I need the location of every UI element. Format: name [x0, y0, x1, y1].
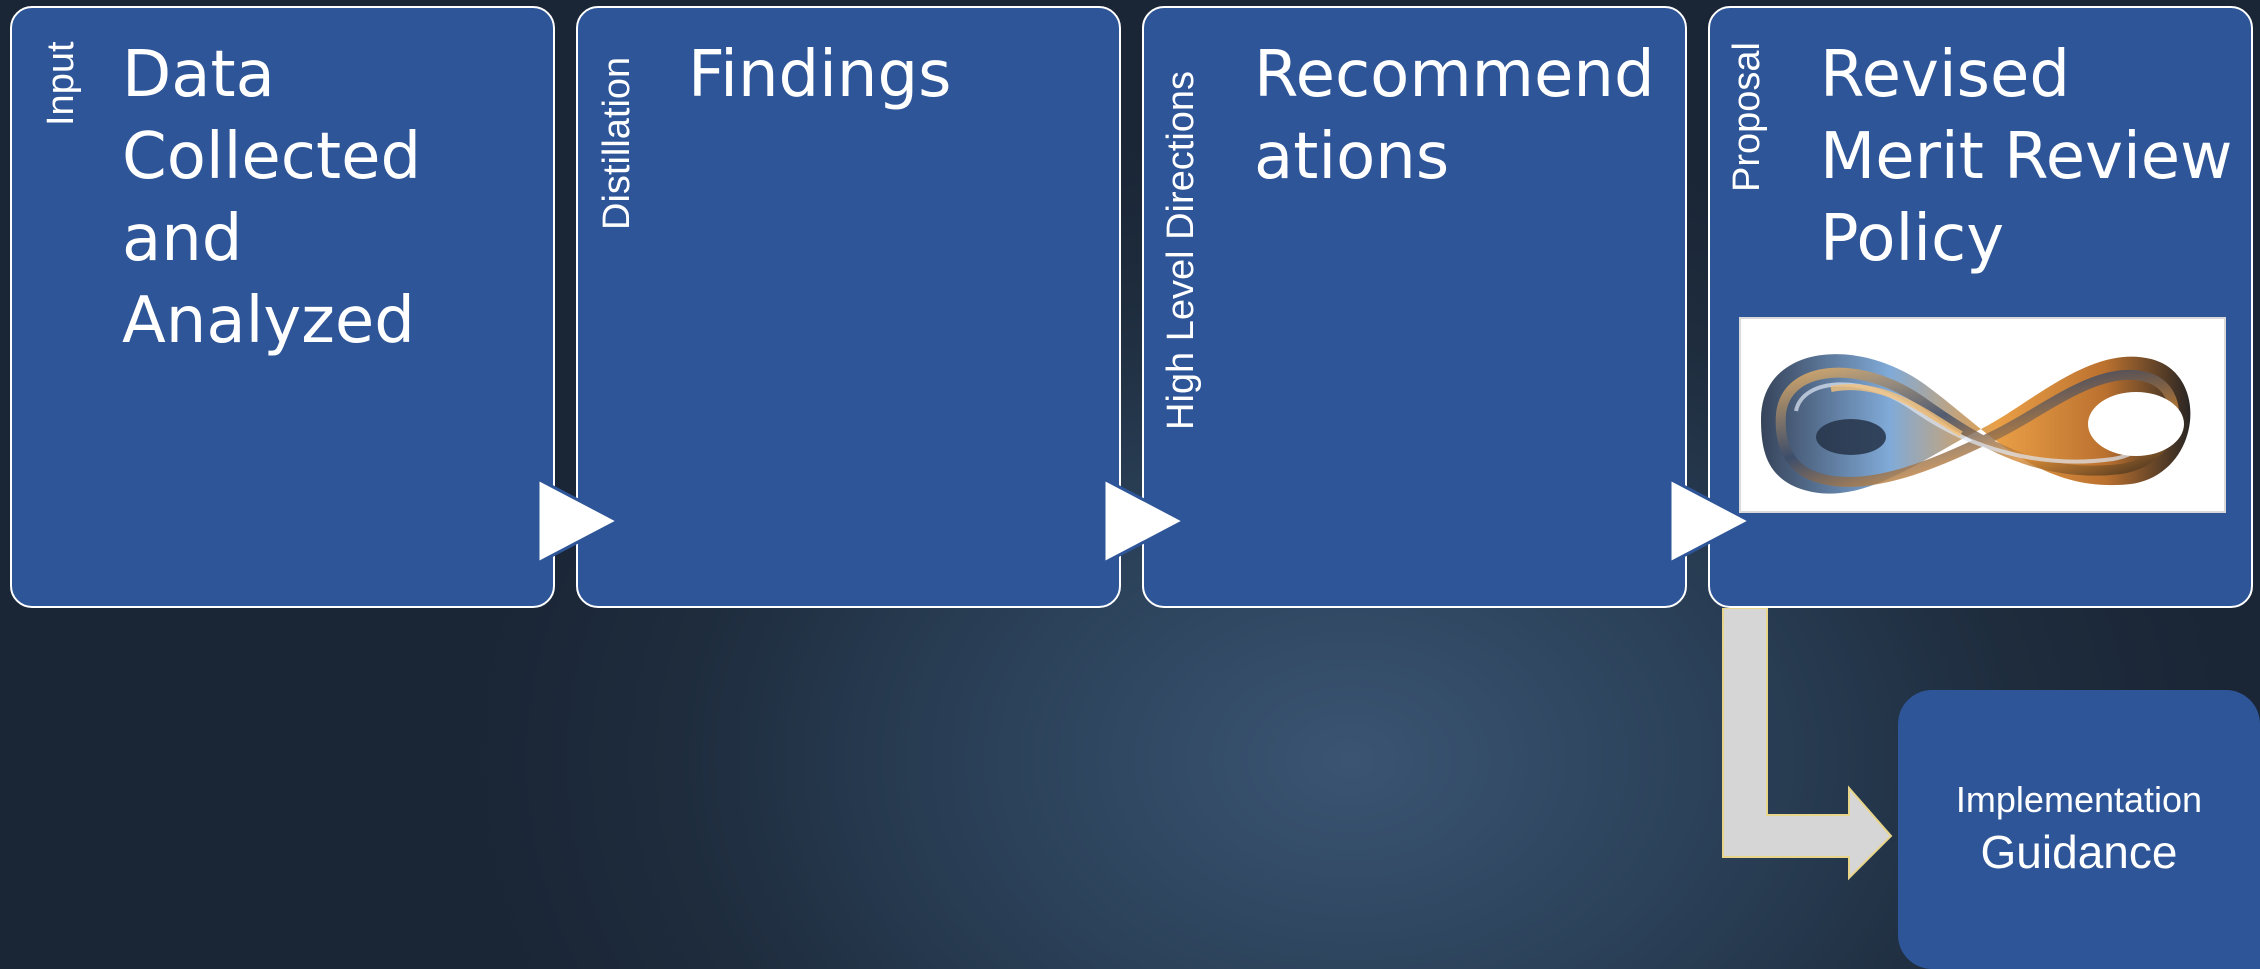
triangle-right-icon: [1102, 476, 1187, 566]
panel-high-level-directions: High Level Directions Recommend ations: [1142, 6, 1687, 608]
panel-side-label: Distillation: [596, 56, 638, 230]
panel-title: Data Collected and Analyzed: [122, 38, 422, 358]
panel-title: Recommend ations: [1254, 38, 1655, 194]
panel-proposal: Proposal Revised Merit Review Policy: [1708, 6, 2253, 608]
panel-side-label: Input: [40, 41, 82, 126]
diagram: Input Data Collected and Analyzed Distil…: [0, 0, 2260, 969]
guidance-label: Guidance: [1980, 825, 2178, 878]
triangle-right-icon: [536, 476, 621, 566]
panel-title: Findings: [688, 38, 952, 112]
panel-side-label: High Level Directions: [1160, 70, 1202, 430]
panel-distillation: Distillation Findings: [576, 6, 1121, 608]
panel-input: Input Data Collected and Analyzed: [10, 6, 555, 608]
panel-side-label: Proposal: [1726, 42, 1768, 192]
triangle-right-icon: [1668, 476, 1753, 566]
implementation-guidance-box: Implementation Guidance: [1898, 690, 2260, 969]
panel-title: Revised Merit Review Policy: [1820, 38, 2233, 276]
mobius-infinity-image: [1739, 317, 2226, 513]
bent-down-right-arrow-icon: [1722, 608, 1893, 881]
implementation-label: Implementation: [1955, 778, 2203, 820]
